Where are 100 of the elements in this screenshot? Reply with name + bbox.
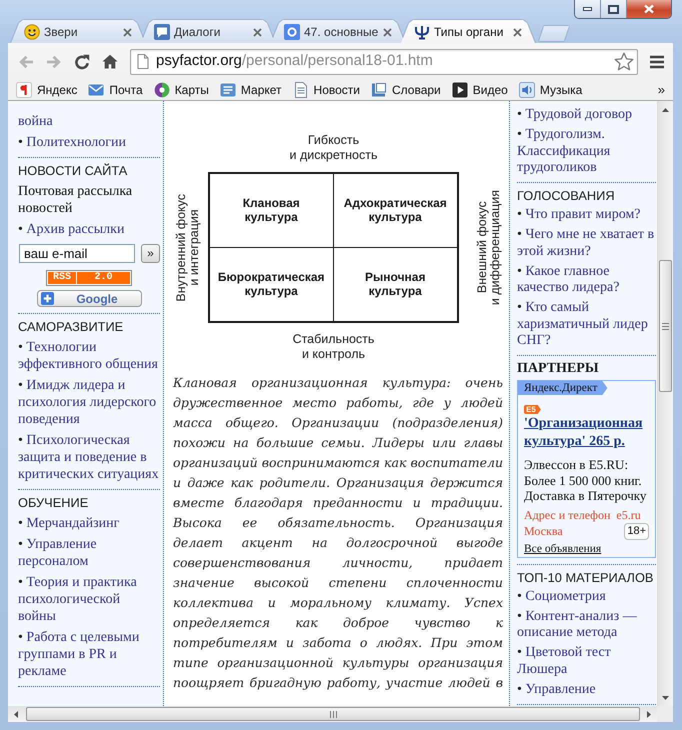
scroll-up-arrow-icon[interactable] [662,108,669,112]
google-button[interactable]: Google [36,290,142,307]
maximize-icon [608,4,619,14]
browser-tab[interactable]: Диалоги [141,20,275,43]
scroll-down-arrow-icon[interactable] [662,696,669,700]
quadrant-label: Рыночная культура [365,270,426,298]
sidebar-link[interactable]: • Имидж лидера и психология лидерского поведения [18,377,160,428]
bookmark-link[interactable]: Новости [290,81,362,99]
grip-icon [330,710,336,718]
pages-icon [370,82,387,98]
sidebar-link[interactable]: • Кто самый харизматичный лидер СНГ? [517,300,656,350]
sidebar-link[interactable]: • Трудовой договор [517,107,656,124]
list-bullet: • [517,645,522,660]
list-bullet: • [517,300,522,315]
article-paragraph: Клановая организационная культура: очень дружественное место работы, где у людей масса общего. Организации (подразделения) похожи на большие семьи. Лидеры или главы организаций воспринимаются как воспитатели и даже как родители. Организация держится вместе благодаря преданности и традиции. Высока ее обязательность. Организация делает акцент на долгосрочной выгоде совершенствования личности, придает значение высокой степени сплоченности коллектива и моральному климату. Успех определяется как доброе чувство к потребителям и забота о людях. При этом типе организационной культуры организация поощряет бригадную работу, участие людей в [173,374,503,692]
quadrant-label: Адхократическая культура [344,196,447,224]
scroll-left-arrow-icon[interactable] [14,710,18,718]
sidebar-link[interactable]: • Технологии эффективного общения [18,339,160,373]
speaker-icon [518,82,535,98]
star-icon[interactable] [614,52,634,71]
close-icon[interactable] [253,28,262,36]
sidebar-link[interactable]: • Трудоголизм. Классификация трудоголиков [517,127,656,176]
browser-tab[interactable]: Звери [11,20,145,43]
sidebar-link[interactable]: • Цветовой тест Люшера [517,645,656,678]
domain-link[interactable]: e5.ru [616,508,641,522]
sidebar-link[interactable]: • Контент-анализ — описание метода [517,608,656,642]
list-bullet: • [517,107,522,122]
scrollbar-thumb[interactable] [26,707,640,721]
bookmark-link[interactable]: Карты [152,81,211,99]
section-heading: ТОП-10 МАТЕРИАЛОВ [517,568,654,586]
bookmark-link[interactable]: Музыка [516,81,584,99]
grip-icon [662,322,669,330]
submit-button[interactable]: » [141,244,160,263]
list-bullet: • [18,135,23,150]
trident-icon [414,24,430,40]
scroll-right-arrow-icon[interactable] [647,710,651,718]
bookmark-link[interactable]: Видео [450,81,510,99]
axis-label: Гибкость и дискретность [289,133,378,163]
sidebar-link[interactable]: • Теория и практика психологической войны [18,574,160,625]
browser-tab[interactable]: 47. основные [271,20,405,43]
bookmark-link[interactable]: Почта [86,81,145,99]
list-bullet: • [517,264,522,278]
sidebar-link[interactable]: • Работа с целевыми группами в PR и рекламе [18,629,160,680]
list-bullet: • [18,340,23,355]
close-icon[interactable] [383,28,392,36]
list-bullet: • [18,378,23,393]
left-arrow-icon [18,54,34,68]
browser-tab[interactable]: Типы органи [401,20,535,43]
section-heading: ПАРТНЕРЫ [517,360,600,377]
city-label: Москва [524,524,563,538]
smiley-icon [24,24,40,40]
sidebar-link[interactable]: • Архив рассылки [18,221,160,238]
scrollbar-thumb[interactable] [659,260,672,392]
rss-version: 2.0 [77,272,130,284]
sidebar-link[interactable]: • Мерчандайзинг [18,515,160,532]
sidebar-link[interactable]: • Чего мне не хватает в этой жизни? [517,227,656,260]
envelope-icon [88,82,104,98]
list-icon [220,82,236,98]
bookmark-link[interactable]: Маркет [218,81,284,99]
reload-icon [74,54,90,70]
minimize-button[interactable] [575,0,601,18]
sidebar-link[interactable]: • Какое главное качество лидера? [517,264,656,296]
address-bar[interactable]: psyfactor.org/personal/personal18-01.htm [130,48,638,74]
logo-icon [284,24,300,40]
ad-title-link[interactable]: 'Организационная культура' 265 р. [524,415,649,451]
maximize-button[interactable] [601,0,627,18]
contact-link[interactable]: Адрес и телефон [524,508,610,522]
sidebar-link[interactable]: • Социометрия [517,588,656,605]
sidebar-link[interactable]: • Психологическая защита и поведение в критических ситуациях [18,432,160,483]
quadrant-label: Бюрократическая культура [218,270,325,298]
ad-text: Элвессон в E5.RU: Более 1 500 000 книг. Доставка в Пятерочку [524,457,648,504]
sidebar-link[interactable]: • Политехнологии [18,134,160,151]
close-button[interactable] [627,0,671,18]
list-bullet: • [18,630,23,645]
ad-source-label[interactable]: Яндекс.Директ [518,381,608,395]
close-icon[interactable] [513,28,522,36]
logo-badge: E5 [524,405,541,414]
sidebar-link[interactable]: • Что правит миром? [517,207,656,224]
scrollbar-corner [657,706,673,722]
list-bullet: • [18,433,23,448]
sidebar-link[interactable]: • Управление [517,682,656,698]
axis-label: Стабильность и контроль [292,332,374,362]
close-icon[interactable] [123,28,132,36]
bookmark-link[interactable]: Словари [368,81,443,99]
section-heading: ОБУЧЕНИЕ [18,494,90,511]
section-text: Почтовая рассылка новостей [18,183,134,217]
list-bullet: • [517,207,522,222]
section-heading: ГОЛОСОВАНИЯ [517,187,616,204]
sidebar-link[interactable]: • Управление персоналом [18,536,160,570]
all-ads-link[interactable]: Все объявления [524,542,602,556]
bookmark-link[interactable]: Яндекс [14,81,80,99]
list-bullet: • [18,222,23,237]
list-bullet: • [517,227,522,242]
page-icon [137,54,149,69]
section-heading: САМОРАЗВИТИЕ [18,318,124,335]
sidebar-link[interactable]: война [18,113,160,130]
more-bookmarks-button[interactable]: » [654,82,669,98]
document-icon [292,82,309,98]
email-field[interactable]: ваш e-mail [19,244,135,263]
age-rating-badge: 18+ [624,522,649,540]
